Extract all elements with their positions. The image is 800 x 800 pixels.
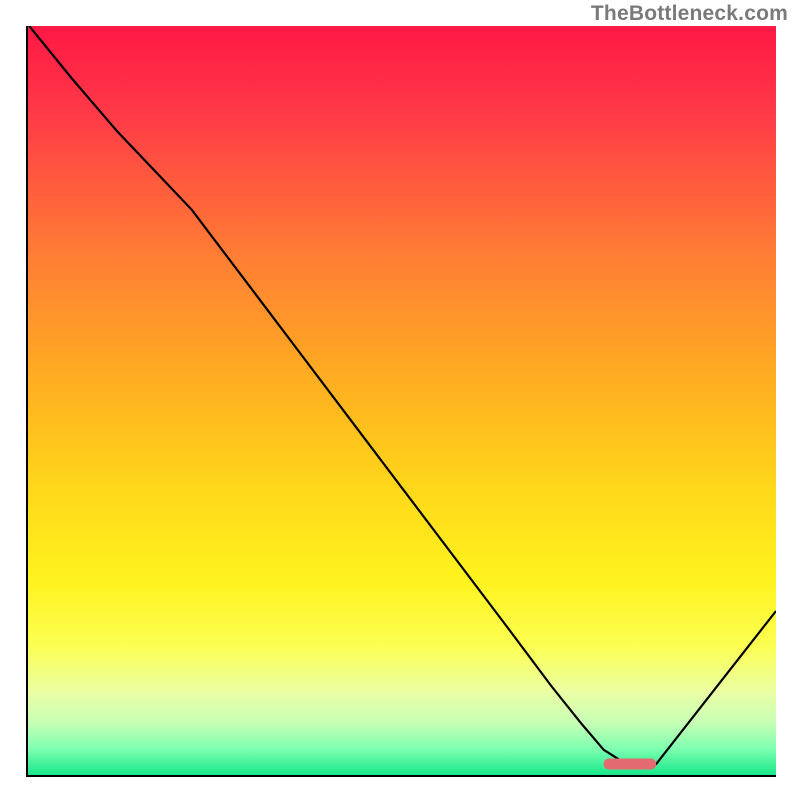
watermark-text: TheBottleneck.com <box>591 2 788 26</box>
optimal-marker <box>604 759 656 770</box>
chart-container: TheBottleneck.com <box>0 0 800 800</box>
gradient-background <box>27 26 776 775</box>
chart-plot <box>24 26 776 778</box>
